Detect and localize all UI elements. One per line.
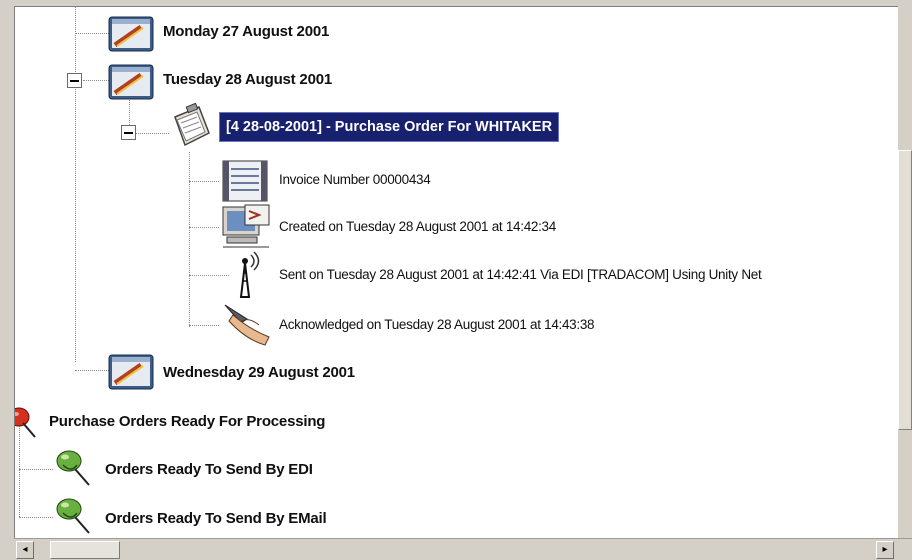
tree-node-ready-email[interactable]: Orders Ready To Send By EMail	[105, 510, 327, 527]
purchase-order-icon	[174, 103, 210, 147]
arrow-right-icon: ▸	[882, 544, 888, 555]
antenna-icon	[239, 251, 260, 298]
tree-line	[189, 181, 219, 182]
handshake-icon	[224, 304, 270, 346]
calendar-icon	[108, 354, 154, 390]
tree-line	[75, 370, 109, 371]
arrow-left-icon: ◂	[22, 544, 28, 555]
tree-node-ready-edi[interactable]: Orders Ready To Send By EDI	[105, 461, 313, 478]
tree-line	[19, 517, 53, 518]
tree-node-wednesday[interactable]: Wednesday 29 August 2001	[163, 364, 355, 381]
tree-node-tuesday[interactable]: Tuesday 28 August 2001	[163, 71, 332, 88]
window-frame: Monday 27 August 2001 Tuesday 28 August …	[0, 0, 912, 560]
tree-line	[19, 469, 53, 470]
tree-node-invoice[interactable]: Invoice Number 00000434	[279, 172, 431, 187]
calendar-icon	[108, 64, 154, 100]
vertical-scrollbar-thumb[interactable]	[898, 150, 912, 430]
tree-node-purchase-order[interactable]: [4 28-08-2001] - Purchase Order For WHIT…	[219, 112, 560, 142]
order-tree-view[interactable]: Monday 27 August 2001 Tuesday 28 August …	[14, 6, 899, 539]
tree-line	[75, 7, 76, 362]
horizontal-scrollbar[interactable]: ◂ ▸	[14, 538, 912, 560]
tree-line	[189, 325, 219, 326]
tree-node-monday[interactable]: Monday 27 August 2001	[163, 23, 329, 40]
collapse-toggle-purchase-order[interactable]	[121, 125, 136, 140]
calendar-icon	[108, 16, 154, 52]
tree-node-acknowledged[interactable]: Acknowledged on Tuesday 28 August 2001 a…	[279, 317, 595, 332]
scroll-left-button[interactable]: ◂	[16, 541, 34, 559]
tree-line	[75, 33, 109, 34]
green-pushpin-icon	[56, 498, 90, 534]
horizontal-scrollbar-thumb[interactable]	[50, 541, 120, 559]
tree-line	[83, 80, 109, 81]
scroll-right-button[interactable]: ▸	[876, 541, 894, 559]
red-pushpin-icon	[15, 407, 36, 438]
computer-icon	[222, 204, 270, 248]
tree-node-sent[interactable]: Sent on Tuesday 28 August 2001 at 14:42:…	[279, 267, 762, 282]
green-pushpin-icon	[56, 450, 90, 486]
tree-node-created[interactable]: Created on Tuesday 28 August 2001 at 14:…	[279, 219, 556, 234]
tree-node-ready-processing[interactable]: Purchase Orders Ready For Processing	[49, 413, 325, 430]
invoice-icon	[222, 160, 268, 202]
tree-line	[189, 275, 229, 276]
tree-line	[189, 152, 190, 327]
collapse-toggle-tuesday[interactable]	[67, 73, 82, 88]
tree-line	[189, 227, 219, 228]
